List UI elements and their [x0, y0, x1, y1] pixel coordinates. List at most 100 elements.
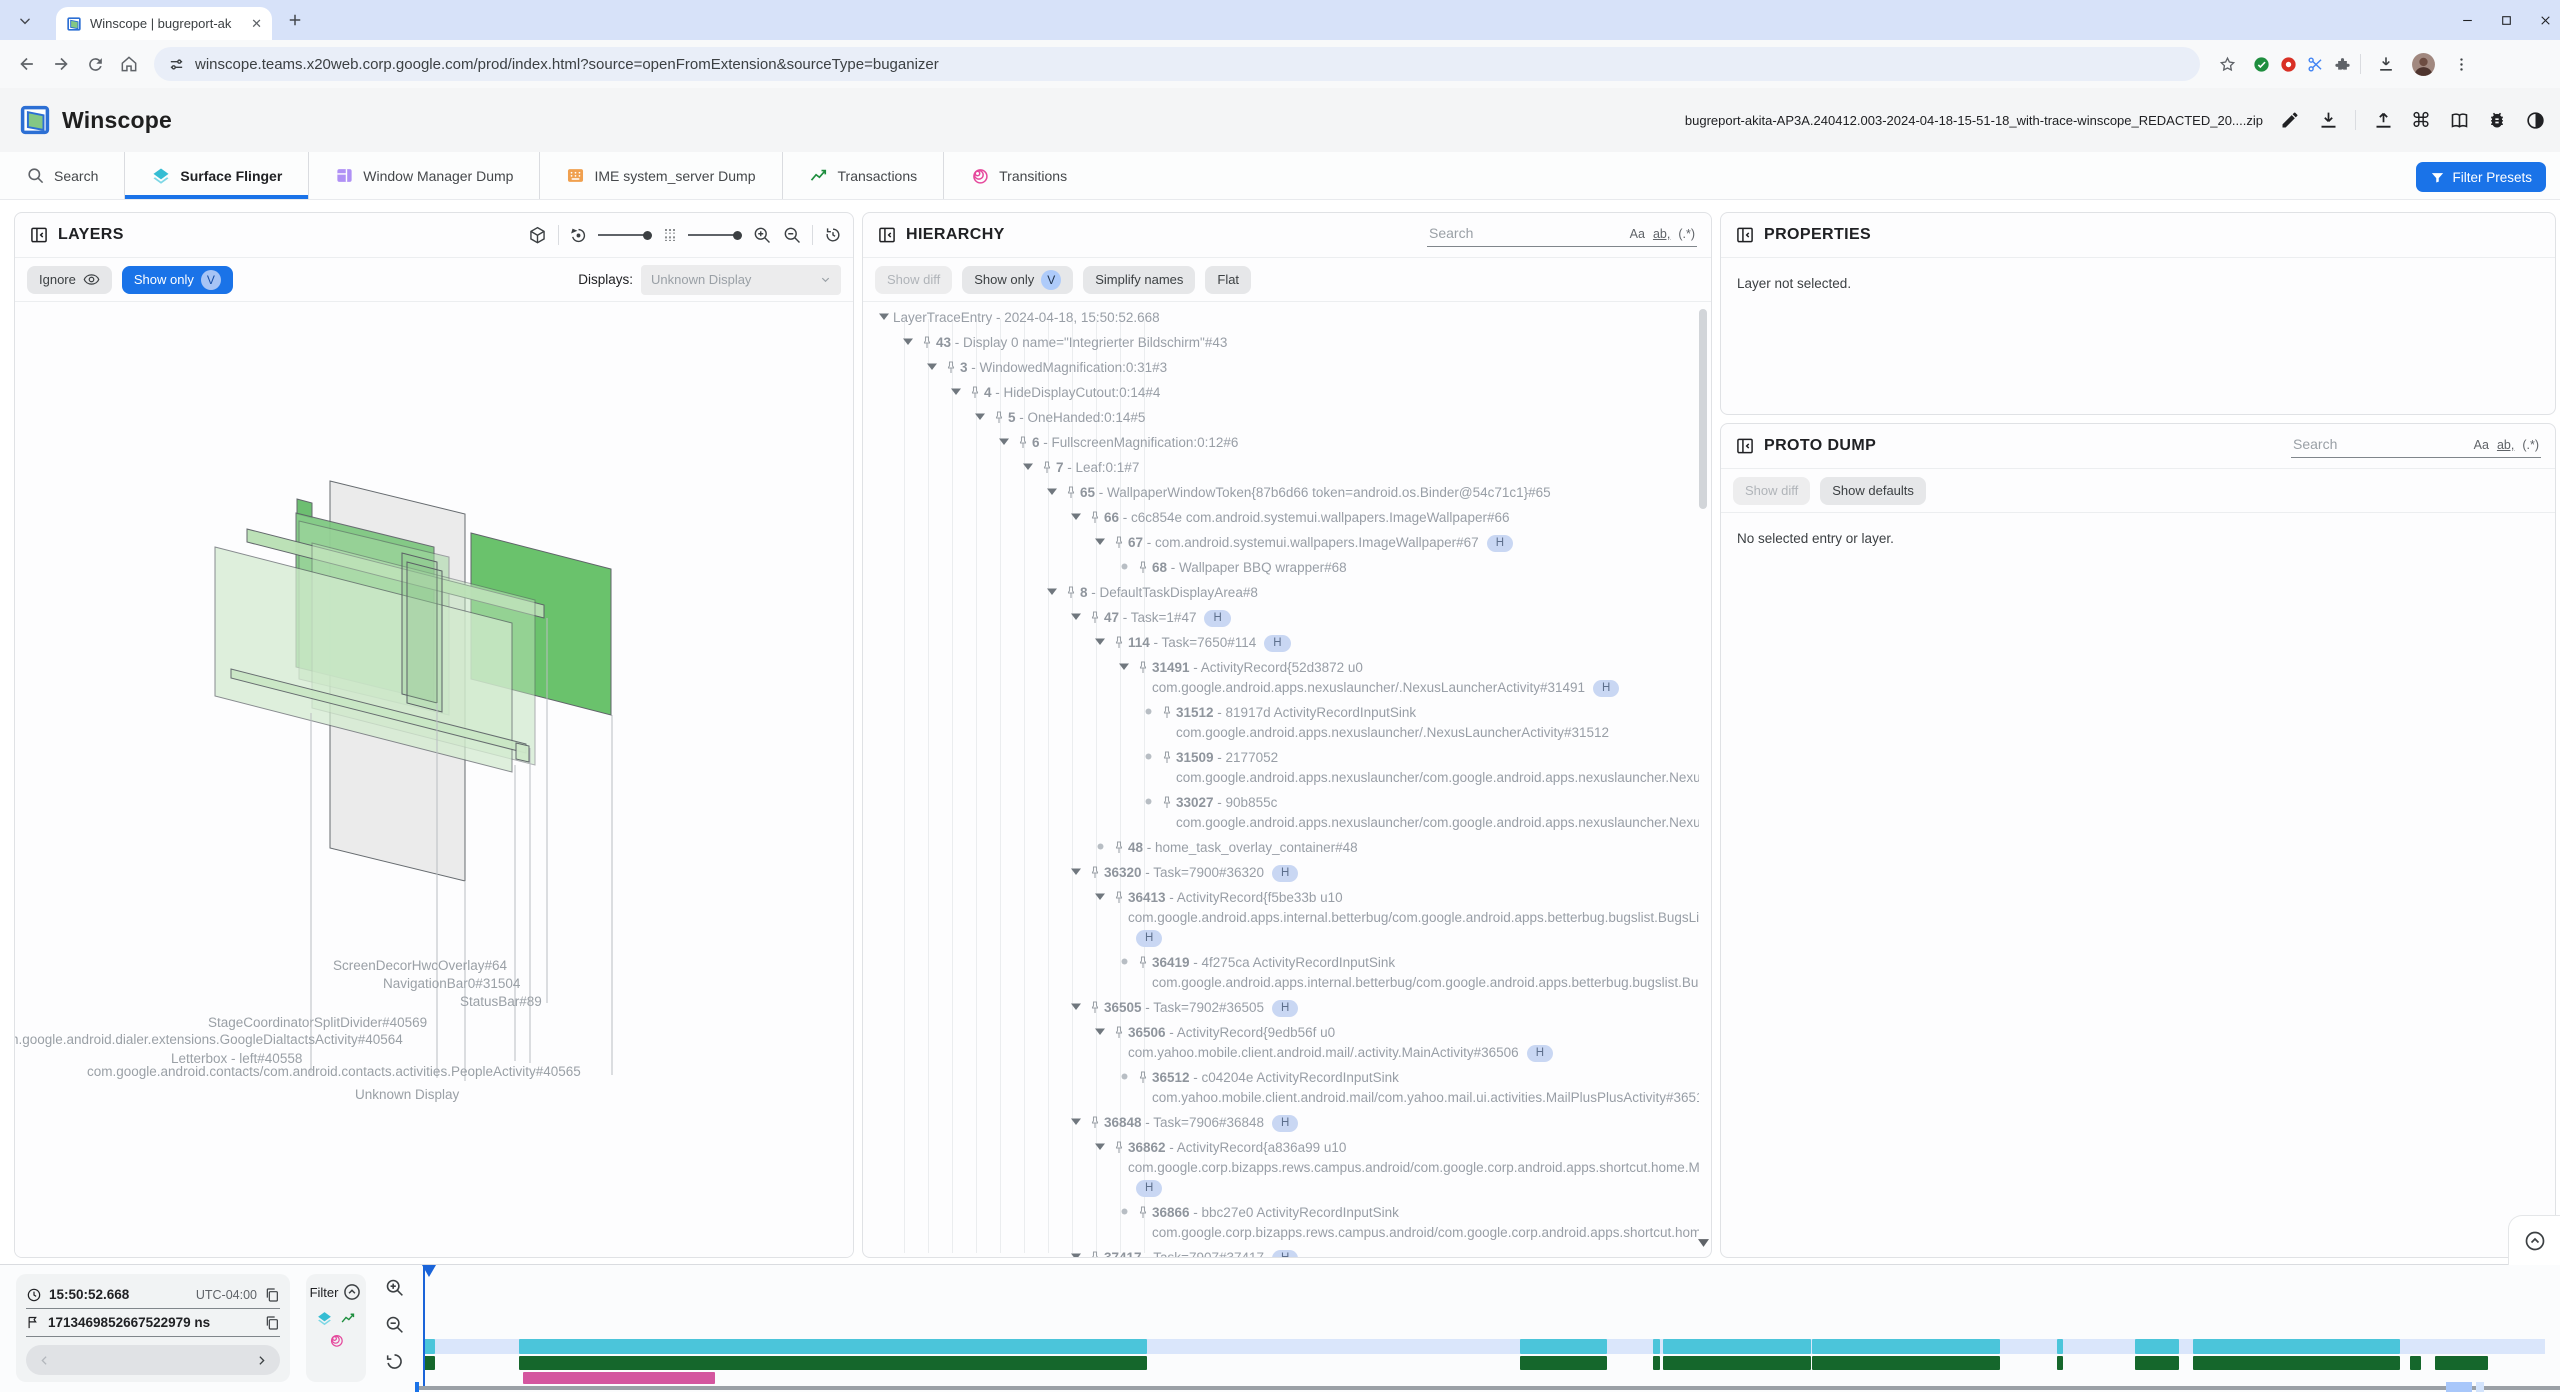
transactions-segment[interactable]: [1653, 1356, 1660, 1370]
pin-icon[interactable]: [1133, 658, 1152, 674]
upload-icon[interactable]: [2372, 109, 2394, 131]
home-icon[interactable]: [112, 47, 146, 81]
theme-icon[interactable]: [2524, 109, 2546, 131]
pin-icon[interactable]: [1109, 838, 1128, 854]
tree-node-33027[interactable]: 33027 - 90b855c com.google.android.apps.…: [863, 790, 1699, 835]
pin-icon[interactable]: [1085, 508, 1104, 524]
tree-node-root[interactable]: LayerTraceEntry - 2024-04-18, 15:50:52.6…: [863, 305, 1699, 330]
scrollbar-thumb[interactable]: [2446, 1382, 2472, 1392]
tree-node-4[interactable]: 4 - HideDisplayCutout:0:14#4: [863, 380, 1699, 405]
extension-check-icon[interactable]: [2252, 55, 2271, 74]
transactions-segment[interactable]: [2435, 1356, 2488, 1370]
tab-search-chevron-icon[interactable]: [14, 10, 36, 32]
pin-icon[interactable]: [1061, 583, 1080, 599]
timeline-cursor[interactable]: [423, 1265, 425, 1387]
expand-arrow-icon[interactable]: [971, 408, 989, 420]
tree-node-66[interactable]: 66 - c6c854e com.android.systemui.wallpa…: [863, 505, 1699, 530]
expand-arrow-icon[interactable]: [1067, 1248, 1085, 1257]
tab-search[interactable]: Search: [0, 152, 124, 199]
tab-window-manager-dump[interactable]: Window Manager Dump: [308, 152, 539, 199]
collapse-filter-icon[interactable]: [342, 1282, 362, 1302]
transactions-segment[interactable]: [2135, 1356, 2179, 1370]
regex-icon[interactable]: (.*): [1678, 227, 1695, 241]
pin-icon[interactable]: [1109, 1138, 1128, 1154]
hierarchy-scrollbar[interactable]: [1698, 307, 1708, 1237]
surface-flinger-segment[interactable]: [424, 1339, 435, 1354]
match-word-icon[interactable]: ab,: [1653, 227, 1670, 241]
transactions-segment[interactable]: [424, 1356, 435, 1370]
timeline-scrollbar[interactable]: [418, 1386, 2560, 1390]
expand-arrow-icon[interactable]: [1067, 1113, 1085, 1125]
scrollbar-thumb-light[interactable]: [2476, 1382, 2484, 1392]
match-case-icon[interactable]: Aa: [1630, 227, 1645, 241]
transactions-segment[interactable]: [1812, 1356, 2000, 1370]
show-only-chip[interactable]: Show onlyV: [962, 266, 1073, 294]
expand-arrow-icon[interactable]: [1067, 608, 1085, 620]
more-vert-icon[interactable]: [2444, 47, 2478, 81]
surface-flinger-track[interactable]: [424, 1339, 2545, 1354]
tree-node-31509[interactable]: 31509 - 2177052 com.google.android.apps.…: [863, 745, 1699, 790]
simplify-names-chip[interactable]: Simplify names: [1083, 266, 1195, 294]
tree-node-67[interactable]: 67 - com.android.systemui.wallpapers.Ima…: [863, 530, 1699, 555]
pin-icon[interactable]: [1085, 1248, 1104, 1257]
pin-icon[interactable]: [1157, 793, 1176, 809]
expand-arrow-icon[interactable]: [1091, 533, 1109, 545]
tree-node-7[interactable]: 7 - Leaf:0:1#7: [863, 455, 1699, 480]
extension-red-icon[interactable]: [2279, 55, 2298, 74]
pin-icon[interactable]: [941, 358, 960, 374]
bookmark-star-icon[interactable]: [2210, 47, 2244, 81]
expand-arrow-icon[interactable]: [1115, 658, 1133, 670]
bug-icon[interactable]: [2486, 109, 2508, 131]
tree-node-36862[interactable]: 36862 - ActivityRecord{a836a99 u10 com.g…: [863, 1135, 1699, 1200]
expand-arrow-icon[interactable]: [1043, 583, 1061, 595]
scissors-icon[interactable]: [2306, 55, 2325, 74]
expand-arrow-icon[interactable]: [1091, 633, 1109, 645]
collapse-panel-icon[interactable]: [29, 225, 49, 245]
collapse-panel-icon[interactable]: [1735, 225, 1755, 245]
expand-arrow-icon[interactable]: [923, 358, 941, 370]
tab-ime-system-server-dump[interactable]: IME system_server Dump: [539, 152, 781, 199]
pin-icon[interactable]: [1157, 748, 1176, 764]
surface-flinger-segment[interactable]: [1653, 1339, 1660, 1354]
tree-node-36320[interactable]: 36320 - Task=7900#36320H: [863, 860, 1699, 885]
expand-arrow-icon[interactable]: [1067, 863, 1085, 875]
collapse-panel-icon[interactable]: [1735, 436, 1755, 456]
pin-icon[interactable]: [917, 333, 936, 349]
expand-arrow-icon[interactable]: [875, 308, 893, 320]
collapse-panel-icon[interactable]: [877, 225, 897, 245]
tree-node-8[interactable]: 8 - DefaultTaskDisplayArea#8: [863, 580, 1699, 605]
expand-arrow-icon[interactable]: [1067, 998, 1085, 1010]
pin-icon[interactable]: [1013, 433, 1032, 449]
tree-node-68[interactable]: 68 - Wallpaper BBQ wrapper#68: [863, 555, 1699, 580]
address-bar[interactable]: winscope.teams.x20web.corp.google.com/pr…: [154, 47, 2200, 81]
timeline-canvas[interactable]: [418, 1265, 2560, 1392]
pin-icon[interactable]: [1061, 483, 1080, 499]
tree-node-47[interactable]: 47 - Task=1#47H: [863, 605, 1699, 630]
pin-icon[interactable]: [1133, 953, 1152, 969]
zoom-in-icon[interactable]: [752, 225, 772, 245]
tree-node-48[interactable]: 48 - home_task_overlay_container#48: [863, 835, 1699, 860]
ignore-chip[interactable]: Ignore: [27, 266, 112, 294]
surface-flinger-segment[interactable]: [1663, 1339, 1811, 1354]
transactions-segment[interactable]: [1663, 1356, 1811, 1370]
puzzle-icon[interactable]: [2333, 55, 2352, 74]
displays-select[interactable]: Unknown Display: [641, 265, 841, 295]
expand-arrow-icon[interactable]: [899, 333, 917, 345]
pin-icon[interactable]: [1157, 703, 1176, 719]
download-icon[interactable]: [2369, 47, 2403, 81]
tree-node-6[interactable]: 6 - FullscreenMagnification:0:12#6: [863, 430, 1699, 455]
transactions-icon[interactable]: [340, 1310, 357, 1327]
tree-node-36413[interactable]: 36413 - ActivityRecord{f5be33b u10 com.g…: [863, 885, 1699, 950]
tree-node-36848[interactable]: 36848 - Task=7906#36848H: [863, 1110, 1699, 1135]
pin-icon[interactable]: [989, 408, 1008, 424]
transactions-segment[interactable]: [1520, 1356, 1607, 1370]
tree-node-43[interactable]: 43 - Display 0 name="Integrierter Bildsc…: [863, 330, 1699, 355]
pin-icon[interactable]: [1037, 458, 1056, 474]
tree-node-31491[interactable]: 31491 - ActivityRecord{52d3872 u0 com.go…: [863, 655, 1699, 700]
rotation-slider[interactable]: [598, 231, 652, 240]
show-only-chip[interactable]: Show only V: [122, 266, 233, 294]
tab-transactions[interactable]: Transactions: [782, 152, 944, 199]
spacing-slider[interactable]: [688, 231, 742, 240]
transactions-segment[interactable]: [519, 1356, 1147, 1370]
pin-icon[interactable]: [1109, 633, 1128, 649]
